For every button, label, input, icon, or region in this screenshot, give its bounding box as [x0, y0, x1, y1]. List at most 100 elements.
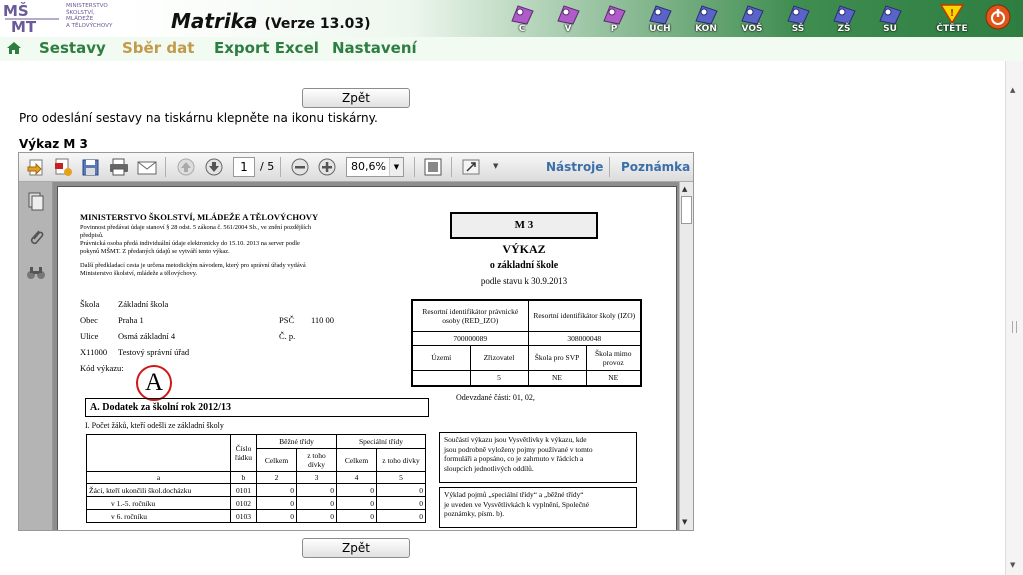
toolbar-separator	[609, 157, 610, 177]
module-ss-button[interactable]: SŠ	[779, 3, 817, 36]
note-line: Právnická osoba předá individuální údaje…	[80, 240, 300, 247]
stamp-a: A	[136, 365, 172, 401]
row-value: 0	[296, 509, 337, 523]
pdf-page: MINISTERSTVO ŠKOLSTVÍ, MLÁDEŽE A TĚLOVÝC…	[57, 186, 677, 530]
home-icon[interactable]	[6, 41, 22, 55]
menu-sestavy[interactable]: Sestavy	[39, 39, 106, 57]
note-line: pokynů MŠMT. Z předaných údajů se vytvář…	[80, 248, 230, 255]
zoom-out-button[interactable]	[289, 157, 311, 177]
open-file-icon	[27, 159, 43, 176]
module-vos-icon	[741, 5, 764, 25]
module-kon-button[interactable]: KON	[687, 3, 725, 36]
module-v-button[interactable]: V	[549, 3, 587, 36]
warning-icon: !	[939, 4, 965, 25]
idx-cell: 2	[256, 471, 297, 484]
attachment-icon[interactable]	[27, 228, 45, 248]
col-mimo-provoz: Škola mimo provoz	[585, 344, 642, 371]
menu-nastaveni[interactable]: Nastavení	[332, 39, 417, 57]
menu-export-excel[interactable]: Export Excel	[214, 39, 319, 57]
page-scrollbar[interactable]: ▲ ▼	[1005, 61, 1023, 575]
svg-text:MT: MT	[11, 18, 37, 34]
logo-line: MINISTERSTVO	[66, 3, 108, 9]
module-c-icon	[511, 5, 534, 25]
id-head-redizo: Resortní identifikátor právnické osoby (…	[411, 299, 529, 332]
module-uch-icon	[649, 5, 672, 25]
note-line: předpisů.	[80, 232, 104, 239]
fullscreen-button[interactable]	[461, 157, 483, 177]
module-v-label: V	[564, 24, 572, 34]
val-uzemi	[411, 369, 471, 387]
open-file-button[interactable]	[26, 157, 48, 177]
tools-link[interactable]: Nástroje	[546, 160, 603, 174]
module-vos-button[interactable]: VOŠ	[733, 3, 771, 36]
logo-line: MLÁDEŽE	[66, 16, 94, 23]
box-line: Součástí výkazu jsou Vysvětlivky k výkaz…	[444, 435, 587, 444]
page-number-input[interactable]: 1	[233, 157, 255, 177]
previous-page-button[interactable]	[175, 157, 197, 177]
next-page-button[interactable]	[203, 157, 225, 177]
chevron-down-icon[interactable]: ▼	[389, 158, 403, 176]
more-tools-chevron-icon[interactable]: ▼	[493, 162, 498, 170]
row-label: v 6. ročníku	[86, 509, 231, 523]
scroll-thumb[interactable]	[681, 196, 692, 224]
row-value: 0	[256, 509, 297, 523]
zoom-in-icon	[318, 158, 336, 176]
menu-sber-dat[interactable]: Sběr dat	[122, 39, 194, 57]
create-pdf-button[interactable]	[53, 157, 75, 177]
module-kon-icon	[695, 5, 718, 25]
street-label: Ulice	[80, 331, 99, 341]
toolbar-separator	[280, 157, 281, 177]
page-thumbnails-icon[interactable]	[27, 192, 45, 212]
read-me-button[interactable]: ! ČTĚTE	[933, 3, 971, 36]
scroll-up-arrow[interactable]: ▲	[1010, 86, 1015, 94]
app-version: (Verze 13.03)	[264, 16, 371, 32]
note-line: Ministerstvo školství, mládeže a tělovýc…	[80, 270, 198, 277]
module-su-button[interactable]: SU	[871, 3, 909, 36]
module-uch-button[interactable]: UCH	[641, 3, 679, 36]
module-p-button[interactable]: P	[595, 3, 633, 36]
back-button-top[interactable]: Zpět	[302, 88, 410, 108]
row-label: Žáci, kteří ukončili škol.docházku	[86, 483, 231, 497]
zoom-in-button[interactable]	[316, 157, 338, 177]
binoculars-icon[interactable]	[26, 264, 46, 282]
save-icon	[82, 159, 99, 176]
module-c-button[interactable]: C	[503, 3, 541, 36]
box-line: jsou podrobně vyloženy pojmy používané v…	[444, 444, 593, 454]
row-value: 0	[376, 496, 426, 510]
module-vos-label: VOŠ	[741, 24, 763, 34]
back-button-bottom[interactable]: Zpět	[302, 538, 410, 558]
main-menu: Sestavy Sběr dat Export Excel Nastavení	[0, 37, 1023, 61]
col-bezne-header: Běžné třídy	[256, 434, 337, 449]
scroll-down-arrow[interactable]: ▼	[1010, 561, 1015, 569]
scroll-grip[interactable]	[1012, 321, 1017, 333]
zoom-value: 80,6%	[351, 160, 386, 173]
form-title: VÝKAZ	[502, 242, 546, 256]
print-icon	[110, 158, 128, 176]
idx-cell: a	[86, 471, 231, 484]
module-zs-button[interactable]: ZŠ	[825, 3, 863, 36]
psc-label: PSČ	[279, 315, 295, 325]
row-label: v 1.-5. ročníku	[86, 496, 231, 510]
toolbar-separator	[414, 157, 415, 177]
save-button[interactable]	[80, 157, 102, 177]
id-head-izo: Resortní identifikátor školy (IZO)	[527, 299, 642, 332]
fit-page-button[interactable]	[422, 157, 444, 177]
module-p-icon	[603, 5, 626, 25]
col-z-toho-divky: z toho dívky	[296, 448, 337, 472]
zoom-select[interactable]: 80,6% ▼	[346, 157, 404, 177]
box-line: poznámky, písm. b).	[444, 509, 505, 519]
pdf-scrollbar[interactable]: ▲ ▼	[679, 182, 693, 530]
notes-link[interactable]: Poznámka	[621, 160, 690, 174]
print-button[interactable]	[108, 157, 130, 177]
pdf-toolbar: 1 / 5 80,6% ▼ ▼ Nástroje Poznámka	[19, 153, 693, 182]
module-zs-label: ZŠ	[837, 24, 851, 34]
email-button[interactable]	[136, 157, 158, 177]
table-row: v 6. ročníku 0103 0 0 0 0	[86, 509, 426, 523]
logout-button[interactable]	[982, 3, 1020, 36]
module-ss-icon	[787, 5, 810, 25]
col-celkem: Celkem	[256, 448, 297, 472]
scroll-up-arrow[interactable]: ▲	[682, 185, 687, 193]
section-a-heading: A. Dodatek za školní rok 2012/13	[85, 398, 429, 417]
scroll-down-arrow[interactable]: ▼	[682, 518, 687, 526]
module-su-label: SU	[883, 24, 897, 34]
